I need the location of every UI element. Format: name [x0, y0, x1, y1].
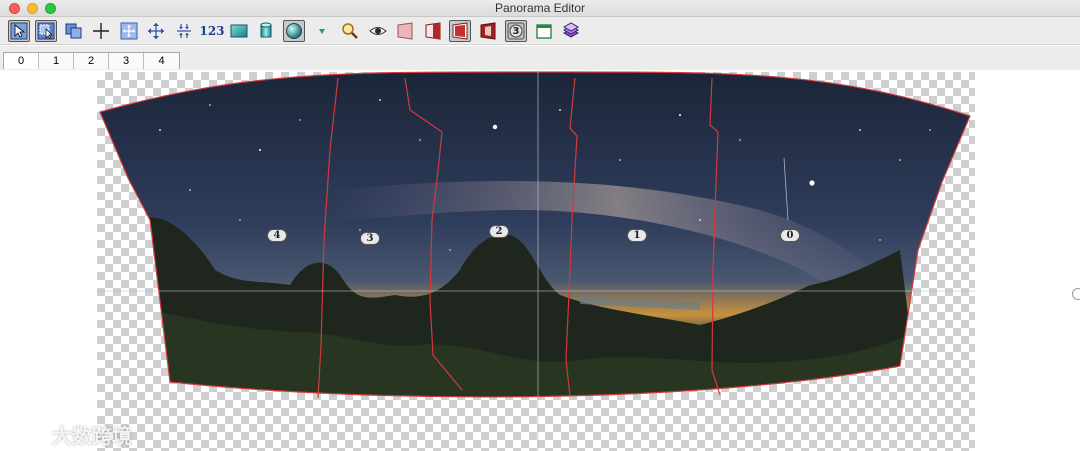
image-label-2[interactable]: 2	[489, 225, 509, 238]
move-tool-icon[interactable]	[145, 20, 167, 42]
watermark-text: 大数跨境	[52, 426, 132, 448]
toolbar: 123 3	[0, 17, 1080, 45]
watermark-logo-icon	[9, 426, 46, 443]
number-labels-button[interactable]: 123	[199, 20, 225, 42]
image-label-3[interactable]: 3	[360, 232, 380, 245]
layer-stack-icon[interactable]	[560, 20, 582, 42]
image-label-1[interactable]: 1	[627, 229, 647, 242]
rectangle-view-icon[interactable]	[228, 20, 250, 42]
magnifier-icon[interactable]	[339, 20, 361, 42]
mask-dark-icon[interactable]	[477, 20, 499, 42]
fit-selection-icon[interactable]	[118, 20, 140, 42]
tab-image-1[interactable]: 1	[39, 53, 74, 69]
title-bar: Panorama Editor	[0, 0, 1080, 17]
layer-number-icon[interactable]: 3	[505, 20, 527, 42]
copy-images-icon[interactable]	[63, 20, 85, 42]
tab-image-3[interactable]: 3	[109, 53, 144, 69]
image-tabs: 0 1 2 3 4	[3, 52, 180, 69]
dropdown-arrow-icon[interactable]	[311, 20, 333, 42]
window-title: Panorama Editor	[494, 1, 586, 15]
tab-image-2[interactable]: 2	[74, 53, 109, 69]
select-region-tool-icon[interactable]	[35, 20, 57, 42]
tab-image-0[interactable]: 0	[4, 53, 39, 69]
image-label-0[interactable]: 0	[780, 229, 800, 242]
watermark: 大数跨境	[8, 420, 132, 449]
sphere-projection-icon[interactable]	[283, 20, 305, 42]
image-label-4[interactable]: 4	[267, 229, 287, 242]
tab-bar: 0 1 2 3 4	[0, 46, 1080, 70]
scroll-handle[interactable]	[1072, 288, 1080, 300]
panorama-canvas[interactable]: 4 3 2 1 0 大数跨境	[0, 70, 1080, 451]
mask-tool-icon[interactable]	[394, 20, 416, 42]
tab-image-4[interactable]: 4	[144, 53, 179, 69]
panorama-preview[interactable]	[0, 70, 1080, 451]
eye-preview-icon[interactable]	[367, 20, 389, 42]
select-image-tool-icon[interactable]	[8, 20, 30, 42]
mask-selected-icon[interactable]	[449, 20, 471, 42]
layer-number-label: 3	[512, 25, 520, 37]
window-layout-icon[interactable]	[533, 20, 555, 42]
vertical-align-icon[interactable]	[173, 20, 195, 42]
crosshair-tool-icon[interactable]	[90, 20, 112, 42]
cylinder-projection-icon[interactable]	[255, 20, 277, 42]
mask-half-icon[interactable]	[422, 20, 444, 42]
